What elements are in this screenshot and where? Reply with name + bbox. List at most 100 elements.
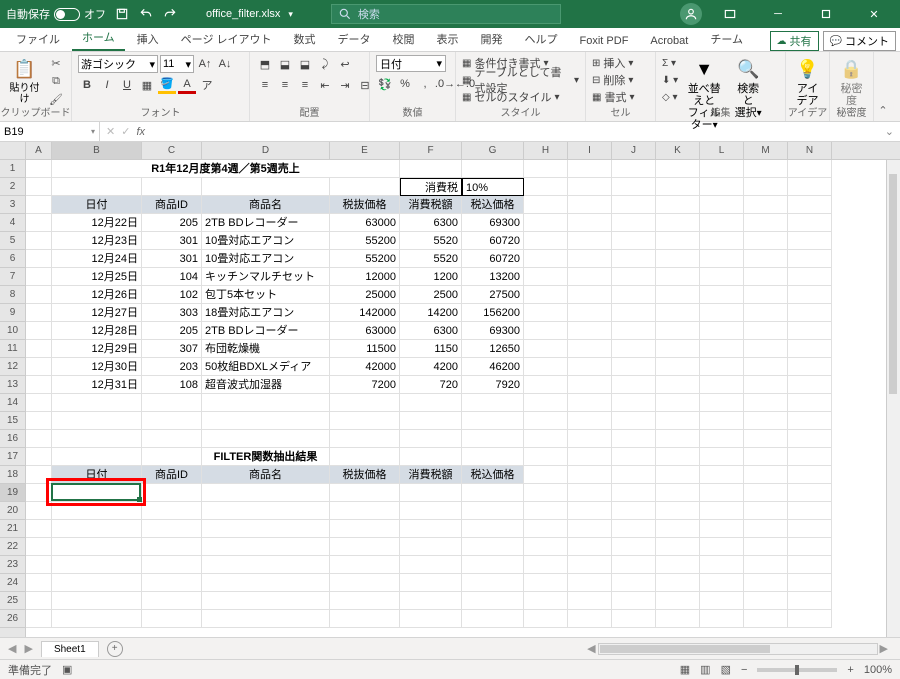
- maximize-icon[interactable]: [806, 0, 846, 28]
- cell[interactable]: [400, 592, 462, 610]
- row-header[interactable]: 21: [0, 520, 25, 538]
- cell[interactable]: [462, 574, 524, 592]
- cell[interactable]: [788, 304, 832, 322]
- cell[interactable]: 10畳対応エアコン: [202, 232, 330, 250]
- cell[interactable]: [462, 538, 524, 556]
- cell[interactable]: 2500: [400, 286, 462, 304]
- column-header[interactable]: C: [142, 142, 202, 159]
- collapse-ribbon-icon[interactable]: ⌃: [874, 52, 892, 121]
- cell[interactable]: [700, 412, 744, 430]
- cell[interactable]: 205: [142, 214, 202, 232]
- cell[interactable]: 10畳対応エアコン: [202, 250, 330, 268]
- cell[interactable]: 商品ID: [142, 196, 202, 214]
- cell[interactable]: [142, 610, 202, 628]
- cell[interactable]: [700, 538, 744, 556]
- cell[interactable]: [788, 286, 832, 304]
- cell[interactable]: [788, 214, 832, 232]
- cell[interactable]: [52, 592, 142, 610]
- cell[interactable]: 104: [142, 268, 202, 286]
- cell[interactable]: [524, 268, 568, 286]
- cell[interactable]: [744, 394, 788, 412]
- cell[interactable]: [612, 358, 656, 376]
- cell[interactable]: [656, 196, 700, 214]
- cell[interactable]: 156200: [462, 304, 524, 322]
- cell[interactable]: 63000: [330, 214, 400, 232]
- cell[interactable]: [788, 412, 832, 430]
- cell[interactable]: [612, 574, 656, 592]
- cell[interactable]: [744, 340, 788, 358]
- cell[interactable]: [656, 484, 700, 502]
- cell[interactable]: [612, 268, 656, 286]
- cell[interactable]: [568, 214, 612, 232]
- cell[interactable]: [330, 538, 400, 556]
- cell[interactable]: [202, 412, 330, 430]
- cell[interactable]: [142, 484, 202, 502]
- cell[interactable]: [744, 448, 788, 466]
- cell[interactable]: [744, 376, 788, 394]
- cell[interactable]: 203: [142, 358, 202, 376]
- fx-icon[interactable]: fx: [136, 126, 145, 138]
- cell[interactable]: 1150: [400, 340, 462, 358]
- save-icon[interactable]: [114, 6, 130, 22]
- cell[interactable]: 12月26日: [52, 286, 142, 304]
- cell[interactable]: [52, 538, 142, 556]
- cell[interactable]: 205: [142, 322, 202, 340]
- cell[interactable]: [26, 520, 52, 538]
- cell[interactable]: [744, 466, 788, 484]
- cell[interactable]: [744, 412, 788, 430]
- cell[interactable]: [788, 250, 832, 268]
- cell[interactable]: [656, 448, 700, 466]
- row-header[interactable]: 12: [0, 358, 25, 376]
- cell[interactable]: 142000: [330, 304, 400, 322]
- cell[interactable]: [612, 196, 656, 214]
- cell[interactable]: [744, 358, 788, 376]
- row-header[interactable]: 2: [0, 178, 25, 196]
- cell[interactable]: [612, 520, 656, 538]
- cell[interactable]: [26, 196, 52, 214]
- row-header[interactable]: 17: [0, 448, 25, 466]
- cell[interactable]: [142, 592, 202, 610]
- tab-help[interactable]: ヘルプ: [515, 27, 568, 51]
- row-header[interactable]: 24: [0, 574, 25, 592]
- cell[interactable]: [26, 160, 52, 178]
- cell[interactable]: 108: [142, 376, 202, 394]
- tab-layout[interactable]: ページ レイアウト: [171, 27, 282, 51]
- cell[interactable]: [462, 394, 524, 412]
- cell[interactable]: [656, 376, 700, 394]
- cell[interactable]: [568, 574, 612, 592]
- cell[interactable]: [26, 466, 52, 484]
- cell[interactable]: 25000: [330, 286, 400, 304]
- cell[interactable]: [142, 538, 202, 556]
- copy-icon[interactable]: ⧉: [47, 73, 65, 89]
- cell[interactable]: [524, 502, 568, 520]
- sheet-tab[interactable]: Sheet1: [41, 641, 99, 657]
- cell[interactable]: [744, 484, 788, 502]
- cell[interactable]: 7920: [462, 376, 524, 394]
- cell[interactable]: [462, 610, 524, 628]
- cell[interactable]: [462, 592, 524, 610]
- cell[interactable]: [568, 610, 612, 628]
- cell[interactable]: [568, 592, 612, 610]
- cell[interactable]: 27500: [462, 286, 524, 304]
- cell[interactable]: [330, 574, 400, 592]
- cell[interactable]: [524, 214, 568, 232]
- cell[interactable]: [700, 448, 744, 466]
- cell[interactable]: [524, 376, 568, 394]
- cell[interactable]: [612, 214, 656, 232]
- cell[interactable]: [524, 340, 568, 358]
- cell-styles-button[interactable]: ▦ セルのスタイル ▾: [462, 89, 559, 105]
- cell[interactable]: [612, 556, 656, 574]
- cell[interactable]: 2TB BDレコーダー: [202, 322, 330, 340]
- cell[interactable]: [330, 484, 400, 502]
- cell[interactable]: [52, 574, 142, 592]
- select-all-corner[interactable]: [0, 142, 26, 159]
- row-header[interactable]: 13: [0, 376, 25, 394]
- cell[interactable]: [524, 430, 568, 448]
- currency-icon[interactable]: 💱: [376, 75, 394, 93]
- cell[interactable]: [568, 556, 612, 574]
- cell[interactable]: [788, 556, 832, 574]
- cell[interactable]: [744, 430, 788, 448]
- cell[interactable]: [656, 592, 700, 610]
- cell[interactable]: [26, 322, 52, 340]
- cell[interactable]: 税込価格: [462, 466, 524, 484]
